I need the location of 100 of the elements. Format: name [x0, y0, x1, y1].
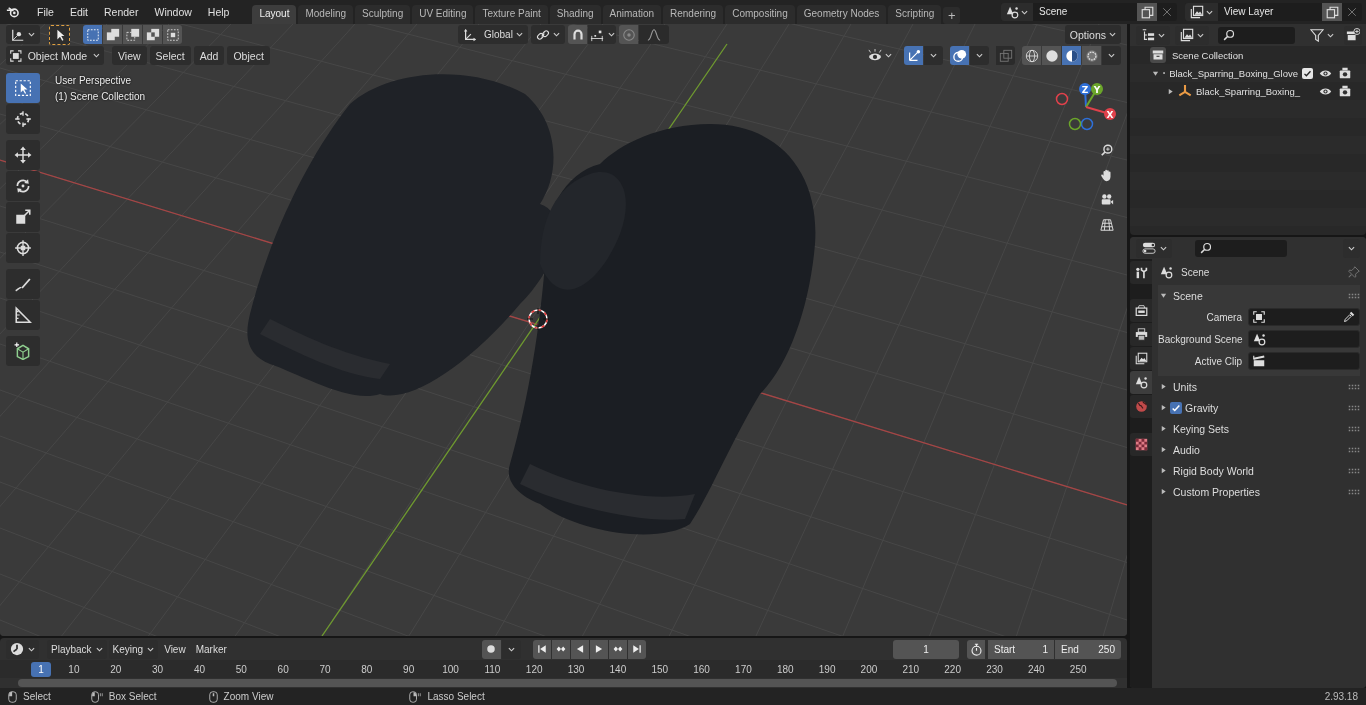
snap-dropdown[interactable] [588, 25, 616, 44]
selection-mode-button[interactable] [123, 25, 142, 44]
axis-handle[interactable]: X [1085, 106, 1116, 120]
proportional-edit-toggle[interactable] [619, 25, 638, 44]
menu-item[interactable]: Render [97, 3, 146, 21]
current-frame-field[interactable]: 1 [893, 639, 959, 659]
data-field[interactable] [1248, 330, 1360, 348]
menu-item[interactable]: Edit [62, 3, 95, 21]
mode-dropdown[interactable]: Object Mode [6, 46, 104, 65]
axis-handle[interactable] [1055, 92, 1069, 106]
tool-button[interactable] [6, 140, 40, 170]
tool-button[interactable] [6, 171, 40, 201]
search-field[interactable] [1218, 26, 1295, 44]
properties-tab[interactable] [1130, 347, 1152, 370]
pivot-dropdown[interactable] [531, 25, 565, 44]
data-field[interactable] [1248, 308, 1360, 326]
drag-handle-icon[interactable] [1348, 488, 1360, 495]
axis-handle[interactable] [1068, 117, 1082, 131]
tool-button[interactable] [6, 300, 40, 330]
tool-button[interactable] [6, 233, 40, 263]
shading-mode-button[interactable] [1082, 46, 1101, 65]
drag-handle-icon[interactable] [1348, 425, 1360, 432]
checkbox[interactable] [1302, 67, 1313, 79]
scrollbar[interactable] [18, 679, 1117, 687]
drag-handle-icon[interactable] [1348, 404, 1360, 411]
shading-mode-button[interactable] [1022, 46, 1041, 65]
selection-mode-button[interactable] [103, 25, 122, 44]
menu-item[interactable]: View [160, 639, 190, 659]
panel-header[interactable]: Scene [1158, 285, 1360, 306]
previous-keyframe-button[interactable] [551, 639, 570, 659]
data-field[interactable] [1248, 352, 1360, 370]
play-button[interactable] [589, 639, 608, 659]
options-dropdown[interactable]: Options [1064, 25, 1121, 44]
falloff-dropdown[interactable] [639, 25, 669, 44]
snap-toggle[interactable] [568, 25, 587, 44]
eyedropper-icon[interactable] [1343, 311, 1355, 323]
drag-handle-icon[interactable] [1348, 446, 1360, 453]
tool-button[interactable] [6, 336, 40, 366]
tree-item-label[interactable]: Scene Collection [1172, 49, 1244, 61]
tree-item-label[interactable]: Black_Sparring_Boxing_ [1196, 85, 1301, 97]
menu-item[interactable]: Object [227, 46, 270, 65]
properties-tab[interactable] [1130, 433, 1152, 456]
checkbox[interactable] [1170, 401, 1182, 414]
workspace-tab[interactable]: Modeling [298, 5, 354, 24]
selection-mode-button[interactable] [163, 25, 182, 44]
menu-item[interactable]: Playback [47, 639, 107, 659]
workspace-tab[interactable]: Sculpting [355, 5, 411, 24]
properties-tab[interactable] [1130, 323, 1152, 346]
workspace-tab[interactable]: Rendering [663, 5, 724, 24]
workspace-tab[interactable]: UV Editing [412, 5, 474, 24]
tool-button[interactable] [6, 269, 40, 299]
drag-handle-icon[interactable] [1348, 467, 1360, 474]
workspace-tab[interactable]: Texture Paint [475, 5, 548, 24]
end-frame-field[interactable]: End 250 [1055, 639, 1121, 659]
menu-item[interactable]: File [30, 3, 61, 21]
workspace-tab[interactable]: Animation [602, 5, 661, 24]
start-frame-field[interactable]: Start 1 [988, 639, 1054, 659]
add-workspace-button[interactable]: + [943, 7, 961, 24]
camera-icon[interactable] [1338, 66, 1352, 80]
menu-item[interactable]: Window [147, 3, 199, 21]
axis-handle[interactable] [1080, 117, 1094, 131]
tool-button[interactable] [6, 73, 40, 103]
properties-tab[interactable] [1130, 371, 1152, 394]
jump-end-button[interactable] [627, 639, 646, 659]
stopwatch-button[interactable] [967, 639, 985, 659]
shading-dropdown[interactable] [1102, 46, 1121, 65]
properties-tab[interactable] [1130, 261, 1152, 284]
active-tool-button[interactable] [49, 24, 70, 45]
current-frame-marker[interactable]: 1 [31, 661, 51, 677]
shading-mode-button[interactable] [1042, 46, 1061, 65]
workspace-tab[interactable]: Geometry Nodes [796, 5, 887, 24]
duplicate-button[interactable] [1137, 3, 1157, 21]
cone-sphere-dropdown[interactable] [1001, 3, 1033, 21]
menu-item[interactable]: Select [149, 46, 191, 65]
editor-type-dropdown[interactable] [6, 25, 40, 44]
tool-button[interactable] [6, 202, 40, 232]
drag-handle-icon[interactable] [1348, 383, 1360, 390]
xray-toggle[interactable] [996, 46, 1015, 65]
disclosure-toggle[interactable] [1152, 69, 1159, 77]
caret-dropdown[interactable] [924, 46, 943, 65]
workspace-tab[interactable]: Compositing [725, 5, 795, 24]
new-collection-button[interactable] [1344, 25, 1362, 45]
overlays-toggle[interactable] [950, 46, 969, 65]
shading-mode-button[interactable] [1062, 46, 1081, 65]
jump-start-button[interactable] [532, 639, 551, 659]
search-field[interactable] [1195, 239, 1287, 257]
workspace-tab[interactable]: Layout [252, 5, 297, 24]
camera-icon[interactable] [1338, 84, 1352, 98]
selection-mode-button[interactable] [83, 25, 102, 44]
workspace-tab[interactable]: Shading [549, 5, 601, 24]
pin-icon[interactable] [1348, 266, 1360, 278]
gizmos-toggle[interactable] [904, 46, 923, 65]
menu-item[interactable]: View [112, 46, 147, 65]
drag-handle-icon[interactable] [1348, 292, 1360, 299]
workspace-tab[interactable]: Scripting [888, 5, 942, 24]
disclosure-toggle[interactable] [1166, 87, 1174, 95]
menu-item[interactable]: Help [200, 3, 237, 21]
images-dropdown[interactable] [1185, 3, 1218, 21]
caret-dropdown[interactable] [970, 46, 989, 65]
menu-item[interactable]: Keying [108, 639, 159, 659]
